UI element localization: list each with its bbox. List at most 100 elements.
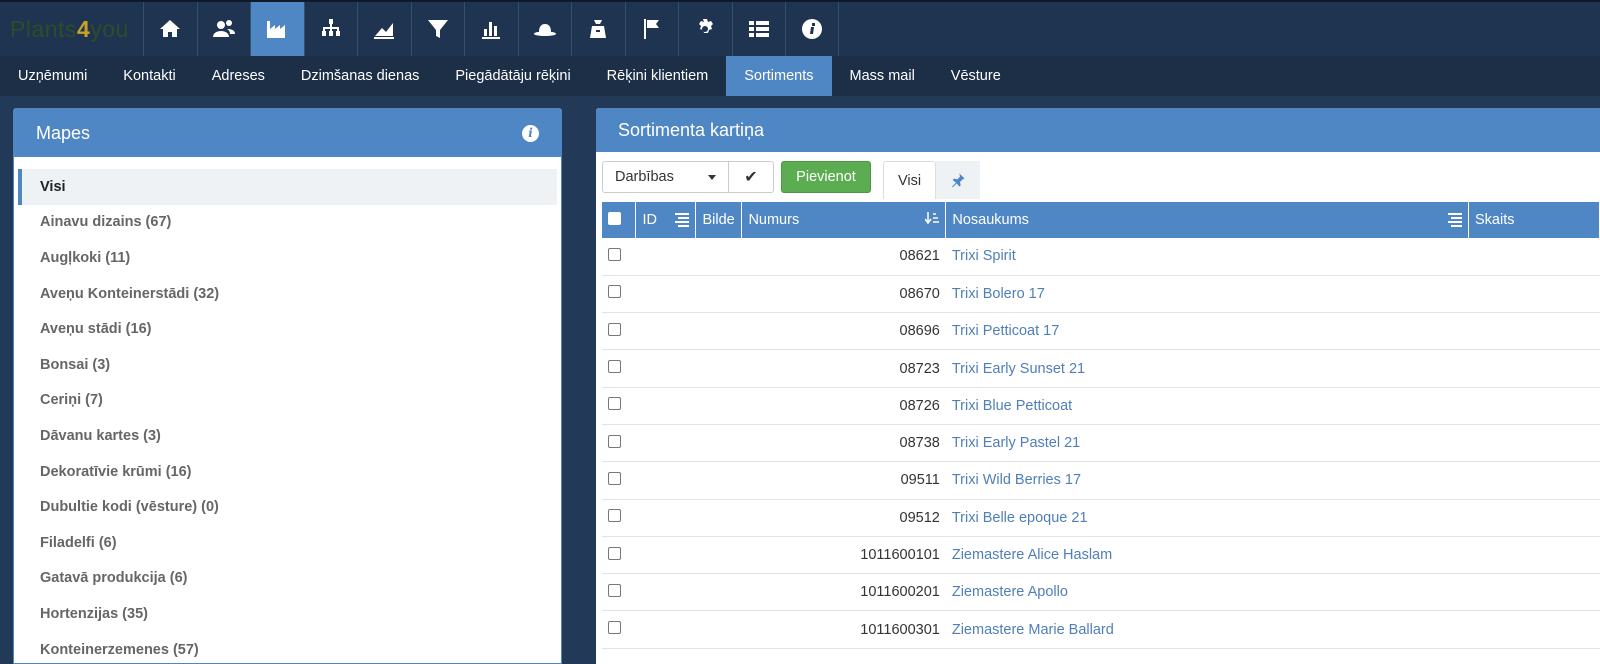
table-row[interactable]: 08723 Trixi Early Sunset 21 bbox=[602, 349, 1600, 388]
row-checkbox[interactable] bbox=[608, 322, 621, 336]
sitemap-icon bbox=[321, 19, 340, 36]
row-name-link[interactable]: Trixi Early Pastel 21 bbox=[945, 424, 1469, 463]
sort-lines-icon[interactable] bbox=[675, 211, 690, 227]
nav-addresses[interactable]: Adreses bbox=[194, 56, 283, 96]
folder-item[interactable]: Augļkoki (11) bbox=[18, 240, 557, 276]
flag-button[interactable] bbox=[624, 2, 679, 56]
folder-item[interactable]: Gatavā produkcija (6) bbox=[18, 561, 557, 597]
area-chart-button[interactable] bbox=[357, 2, 411, 56]
row-checkbox[interactable] bbox=[608, 621, 621, 635]
row-count-cell bbox=[1468, 610, 1600, 649]
info-button[interactable] bbox=[785, 2, 839, 56]
logo-text-left: Plants bbox=[10, 15, 77, 42]
table-row[interactable]: 08670 Trixi Bolero 17 bbox=[602, 275, 1600, 314]
row-name-link[interactable]: Trixi Belle epoque 21 bbox=[945, 499, 1469, 537]
list-button[interactable] bbox=[731, 2, 786, 56]
row-checkbox[interactable] bbox=[608, 509, 621, 523]
table-row[interactable]: 1011600201 Ziemastere Apollo bbox=[602, 573, 1600, 612]
sitemap-button[interactable] bbox=[303, 2, 358, 56]
settings-button[interactable] bbox=[678, 2, 732, 56]
row-name-link[interactable]: Trixi Bolero 17 bbox=[945, 275, 1469, 314]
info-icon[interactable]: i bbox=[522, 124, 539, 142]
row-checkbox[interactable] bbox=[608, 247, 621, 261]
folder-item[interactable]: Aveņu stādi (16) bbox=[18, 311, 557, 347]
nav-assortment[interactable]: Sortiments bbox=[726, 56, 832, 96]
table-row[interactable]: 1011600301 Ziemastere Marie Ballard bbox=[602, 610, 1600, 649]
folder-item[interactable]: Filadelfi (6) bbox=[18, 525, 557, 561]
row-id-cell bbox=[635, 573, 696, 612]
row-image-cell bbox=[695, 499, 742, 537]
folder-item[interactable]: Dekoratīvie krūmi (16) bbox=[18, 454, 557, 490]
row-number: 08621 bbox=[741, 238, 946, 276]
row-count-cell bbox=[1468, 275, 1600, 314]
bar-chart-button[interactable] bbox=[464, 2, 518, 56]
column-number[interactable]: Numurs bbox=[741, 202, 947, 238]
sort-ascending-icon[interactable] bbox=[924, 211, 940, 225]
column-name-label: Nosaukums bbox=[952, 212, 1029, 228]
row-name-link[interactable]: Trixi Petticoat 17 bbox=[945, 312, 1469, 351]
row-checkbox[interactable] bbox=[608, 285, 621, 299]
folder-item[interactable]: Bonsai (3) bbox=[18, 347, 557, 383]
folder-item[interactable]: Ainavu dizains (67) bbox=[18, 205, 557, 241]
row-name-link[interactable]: Trixi Blue Petticoat bbox=[945, 387, 1469, 425]
money-bag-button[interactable] bbox=[571, 2, 625, 56]
nav-contacts[interactable]: Kontakti bbox=[105, 56, 193, 96]
table-row[interactable]: 08696 Trixi Petticoat 17 bbox=[602, 312, 1600, 351]
row-name-link[interactable]: Ziemastere Apollo bbox=[945, 573, 1469, 612]
tab-pinned[interactable] bbox=[936, 161, 981, 199]
nav-companies[interactable]: Uzņēmumi bbox=[0, 56, 105, 96]
contacts-button[interactable] bbox=[196, 2, 251, 56]
column-id[interactable]: ID bbox=[635, 202, 697, 238]
home-button[interactable] bbox=[143, 2, 197, 56]
row-name-link[interactable]: Trixi Wild Berries 17 bbox=[945, 461, 1469, 500]
column-count[interactable]: Skaits bbox=[1468, 202, 1600, 238]
row-id-cell bbox=[635, 499, 696, 537]
row-select-cell bbox=[602, 499, 636, 537]
row-name-link[interactable]: Trixi Early Sunset 21 bbox=[945, 349, 1469, 388]
factory-button[interactable] bbox=[250, 2, 304, 56]
nav-birthdays[interactable]: Dzimšanas dienas bbox=[283, 56, 437, 96]
folder-item[interactable]: Dāvanu kartes (3) bbox=[18, 418, 557, 454]
folder-item[interactable]: Hortenzijas (35) bbox=[18, 596, 557, 632]
filter-button[interactable] bbox=[410, 2, 465, 56]
checkmark-icon: ✔ bbox=[744, 169, 758, 186]
logo-text-four: 4 bbox=[76, 15, 91, 42]
table-row[interactable]: 09512 Trixi Belle epoque 21 bbox=[602, 499, 1600, 537]
nav-client-invoices[interactable]: Rēķini klientiem bbox=[589, 56, 727, 96]
column-name[interactable]: Nosaukums bbox=[945, 202, 1470, 238]
row-count-cell bbox=[1468, 461, 1600, 500]
row-checkbox[interactable] bbox=[608, 471, 621, 485]
row-count-cell bbox=[1468, 499, 1600, 537]
table-row[interactable]: 08738 Trixi Early Pastel 21 bbox=[602, 424, 1600, 463]
folder-item[interactable]: Konteinerzemenes (57) bbox=[18, 632, 557, 663]
tab-all[interactable]: Visi bbox=[883, 161, 937, 199]
column-image[interactable]: Bilde bbox=[695, 202, 743, 238]
sort-lines-icon[interactable] bbox=[1448, 211, 1463, 227]
row-name-link[interactable]: Ziemastere Marie Ballard bbox=[945, 610, 1469, 649]
row-checkbox[interactable] bbox=[608, 434, 621, 448]
table-row[interactable]: 09511 Trixi Wild Berries 17 bbox=[602, 461, 1600, 500]
table-row[interactable]: 08726 Trixi Blue Petticoat bbox=[602, 387, 1600, 425]
row-checkbox[interactable] bbox=[608, 546, 621, 560]
folder-item[interactable]: Ceriņi (7) bbox=[18, 383, 557, 419]
folder-item[interactable]: Aveņu Konteinerstādi (32) bbox=[18, 276, 557, 312]
actions-dropdown[interactable]: Darbības bbox=[602, 161, 729, 193]
nav-supplier-invoices[interactable]: Piegādātāju rēķini bbox=[437, 56, 588, 96]
folder-item[interactable]: Dubultie kodi (vēsture) (0) bbox=[18, 489, 557, 525]
select-all-checkbox[interactable] bbox=[608, 211, 621, 225]
row-name-link[interactable]: Ziemastere Alice Haslam bbox=[945, 536, 1469, 575]
nav-history[interactable]: Vēsture bbox=[933, 56, 1019, 96]
nav-mass-mail[interactable]: Mass mail bbox=[832, 56, 933, 96]
row-number: 08696 bbox=[741, 312, 946, 351]
hat-button[interactable] bbox=[517, 2, 572, 56]
app-logo[interactable]: Plants 4 you bbox=[0, 2, 143, 56]
row-checkbox[interactable] bbox=[608, 360, 621, 374]
table-row[interactable]: 08621 Trixi Spirit bbox=[602, 238, 1600, 276]
row-checkbox[interactable] bbox=[608, 397, 621, 411]
folder-item[interactable]: Visi bbox=[18, 169, 557, 205]
add-button[interactable]: Pievienot bbox=[781, 161, 871, 193]
row-checkbox[interactable] bbox=[608, 583, 621, 597]
apply-button[interactable]: ✔ bbox=[729, 161, 774, 193]
row-name-link[interactable]: Trixi Spirit bbox=[945, 238, 1469, 276]
table-row[interactable]: 1011600101 Ziemastere Alice Haslam bbox=[602, 536, 1600, 575]
